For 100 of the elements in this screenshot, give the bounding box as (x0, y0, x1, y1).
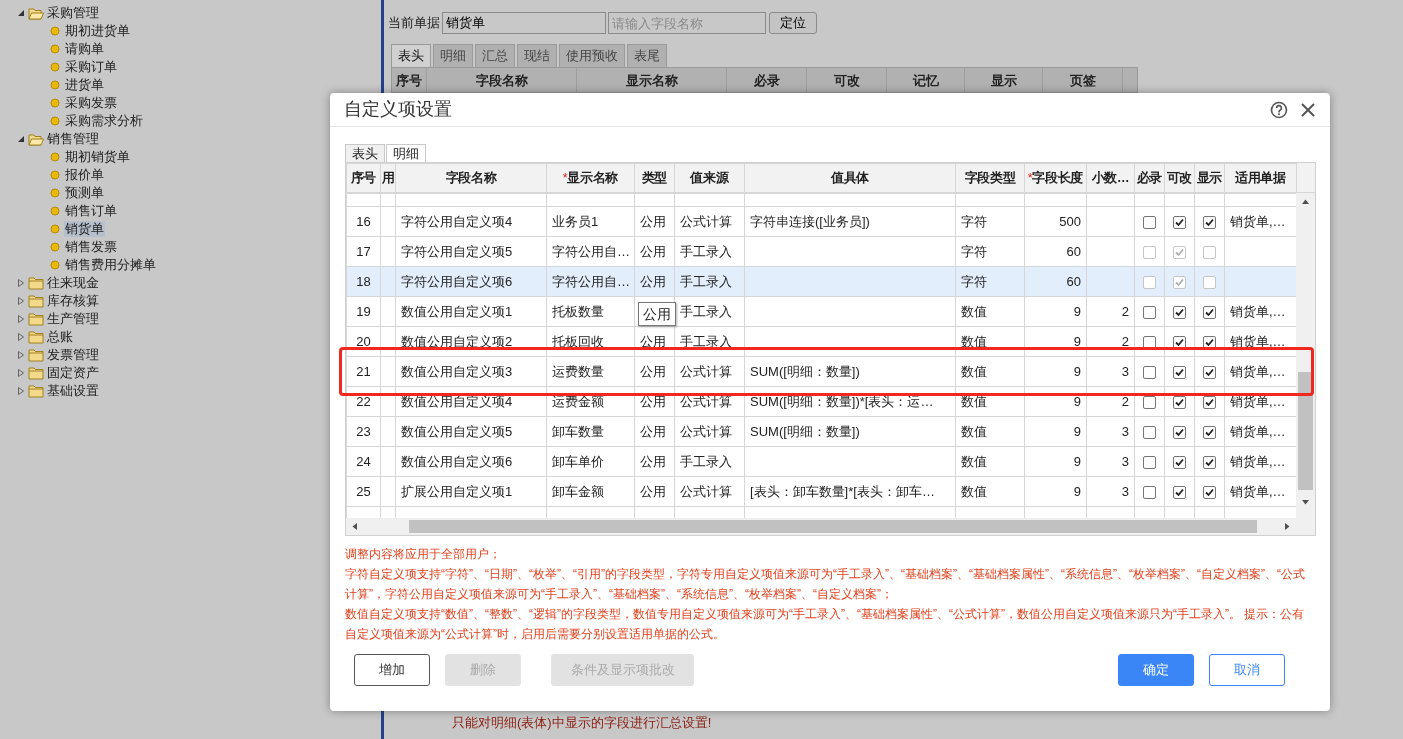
tree-item[interactable]: 发票管理 (46, 347, 100, 363)
document-field[interactable]: 销货单 (442, 12, 606, 34)
checkbox[interactable] (1203, 365, 1216, 379)
tree-item[interactable]: 采购订单 (64, 59, 118, 75)
checkbox[interactable] (1203, 245, 1216, 259)
checkbox[interactable] (1203, 275, 1216, 289)
tab[interactable]: 表尾 (627, 44, 667, 67)
tab[interactable]: 现结 (517, 44, 557, 67)
tree-item[interactable]: 报价单 (64, 167, 105, 183)
checkbox[interactable] (1173, 305, 1186, 319)
column-header: 必录 (1134, 163, 1165, 193)
tree-item[interactable]: 进货单 (64, 77, 105, 93)
dialog-button[interactable]: 确定 (1118, 654, 1194, 686)
table-cell: 业务员1 (552, 213, 599, 229)
tree-item[interactable]: 销售订单 (64, 203, 118, 219)
collapsed-arrow-icon[interactable] (16, 314, 26, 324)
tree-item[interactable]: 总账 (46, 329, 74, 345)
close-icon[interactable] (1300, 101, 1316, 118)
table-cell: 公式计算 (680, 213, 732, 229)
table-cell: 字符公用自定义项4 (401, 213, 513, 229)
checkbox[interactable] (1143, 365, 1156, 379)
checkbox[interactable] (1173, 455, 1186, 469)
tree-item[interactable]: 请购单 (64, 41, 105, 57)
tree-item[interactable]: 往来现金 (46, 275, 100, 291)
scroll-down-icon (1301, 498, 1310, 507)
collapsed-arrow-icon[interactable] (16, 350, 26, 360)
bullet-icon (50, 44, 60, 54)
table-cell: 手工录入 (680, 243, 732, 259)
tree-item[interactable]: 销售管理 (46, 131, 100, 147)
locate-button[interactable]: 定位 (769, 12, 817, 34)
table-cell: 公用 (640, 273, 666, 289)
expanded-arrow-icon[interactable] (16, 134, 26, 144)
tree-item[interactable]: 销售费用分摊单 (64, 257, 157, 273)
table-cell: 销货单,… (1230, 423, 1286, 439)
collapsed-arrow-icon[interactable] (16, 332, 26, 342)
bullet-icon (50, 152, 60, 162)
tree-item[interactable]: 预测单 (64, 185, 105, 201)
collapsed-arrow-icon[interactable] (16, 296, 26, 306)
dialog-button[interactable]: 增加 (354, 654, 430, 686)
checkbox[interactable] (1143, 485, 1156, 499)
checkbox[interactable] (1173, 215, 1186, 229)
table-cell: 17 (356, 243, 371, 259)
checkbox[interactable] (1203, 305, 1216, 319)
expanded-arrow-icon[interactable] (16, 8, 26, 18)
tree-item[interactable]: 销货单 (64, 221, 105, 237)
table-cell: 数值公用自定义项1 (401, 303, 513, 319)
checkbox[interactable] (1203, 455, 1216, 469)
tree-item[interactable]: 期初销货单 (64, 149, 131, 165)
table-cell: 数值 (961, 453, 987, 469)
checkbox[interactable] (1173, 485, 1186, 499)
table-cell: 手工录入 (680, 273, 732, 289)
collapsed-arrow-icon[interactable] (16, 386, 26, 396)
checkbox[interactable] (1143, 455, 1156, 469)
checkbox[interactable] (1143, 215, 1156, 229)
checkbox[interactable] (1143, 305, 1156, 319)
vertical-scrollbar[interactable] (1296, 193, 1315, 518)
column-header: *字段长度 (1024, 163, 1087, 193)
tab[interactable]: 明细 (386, 144, 426, 162)
tab[interactable]: 使用预收 (559, 44, 625, 67)
tree-item[interactable]: 生产管理 (46, 311, 100, 327)
checkbox[interactable] (1143, 425, 1156, 439)
checkbox[interactable] (1173, 245, 1186, 259)
checkbox[interactable] (1203, 485, 1216, 499)
tree-item[interactable]: 采购管理 (46, 5, 100, 21)
collapsed-arrow-icon[interactable] (16, 278, 26, 288)
tree-item[interactable]: 销售发票 (64, 239, 118, 255)
folder-icon (28, 330, 44, 344)
table-cell: 公用 (640, 363, 666, 379)
checkbox[interactable] (1143, 275, 1156, 289)
table-cell: 卸车金额 (552, 483, 604, 499)
tree-item[interactable]: 基础设置 (46, 383, 100, 399)
checkbox[interactable] (1203, 215, 1216, 229)
tree-item[interactable]: 固定资产 (46, 365, 100, 381)
table-cell: 字符 (961, 243, 987, 259)
checkbox[interactable] (1173, 365, 1186, 379)
folder-icon (28, 312, 44, 326)
dialog-title: 自定义项设置 (344, 98, 453, 121)
tab[interactable]: 汇总 (475, 44, 515, 67)
checkbox[interactable] (1203, 425, 1216, 439)
horizontal-scrollbar[interactable] (346, 518, 1296, 535)
help-icon[interactable] (1270, 100, 1288, 119)
checkbox[interactable] (1173, 425, 1186, 439)
tree-item[interactable]: 库存核算 (46, 293, 100, 309)
table-cell: 销货单,… (1230, 213, 1286, 229)
table-cell: 3 (1121, 483, 1129, 499)
tab[interactable]: 明细 (433, 44, 473, 67)
tab[interactable]: 表头 (345, 144, 385, 162)
checkbox[interactable] (1143, 245, 1156, 259)
tab[interactable]: 表头 (391, 44, 431, 67)
table-cell: 3 (1121, 453, 1129, 469)
table-cell: 数值公用自定义项4 (401, 393, 513, 409)
dialog-button[interactable]: 取消 (1209, 654, 1285, 686)
table-cell: [表头：卸车数量]*[表头：卸车… (750, 483, 935, 499)
tree-item[interactable]: 采购需求分析 (64, 113, 144, 129)
collapsed-arrow-icon[interactable] (16, 368, 26, 378)
table-cell: 18 (356, 273, 371, 289)
tree-item[interactable]: 采购发票 (64, 95, 118, 111)
table-cell: 字符公用自定义项5 (401, 243, 513, 259)
checkbox[interactable] (1173, 275, 1186, 289)
tree-item[interactable]: 期初进货单 (64, 23, 131, 39)
